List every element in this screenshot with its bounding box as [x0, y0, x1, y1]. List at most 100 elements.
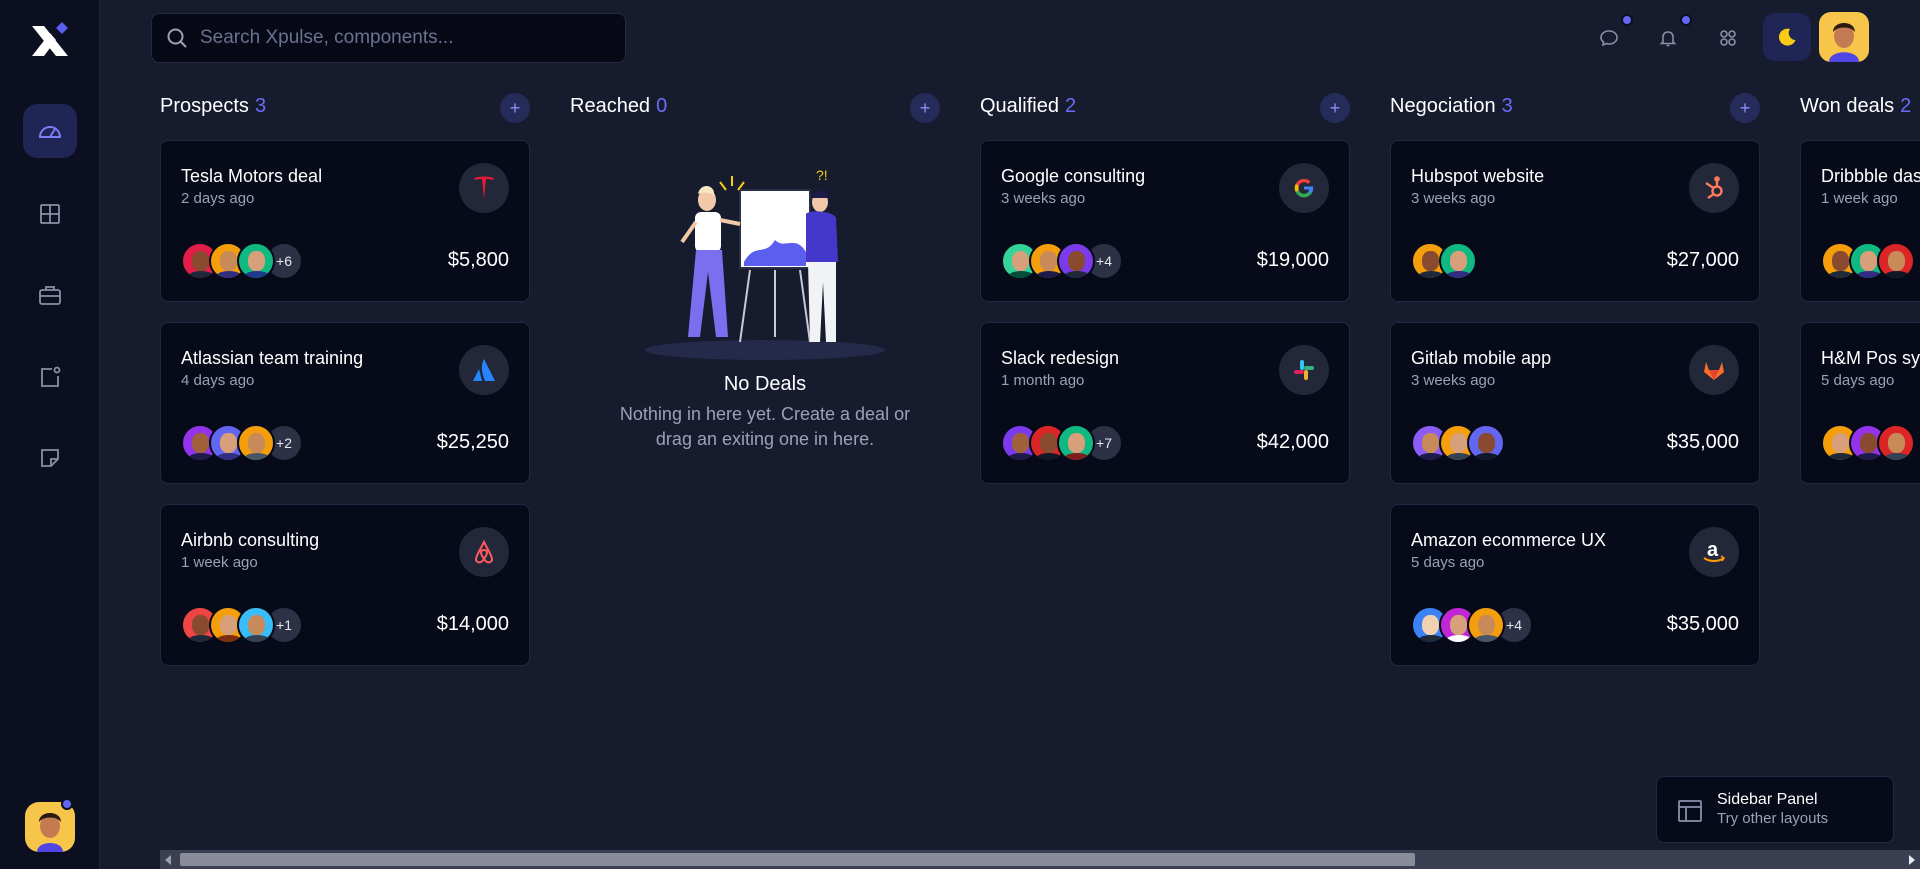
avatar[interactable] [1877, 424, 1915, 462]
search-icon [167, 28, 187, 48]
avatar-group: +1 [181, 606, 303, 646]
avatar-group: +4 [1411, 606, 1533, 646]
deal-card[interactable]: Amazon ecommerce UX 5 days ago a +4 $35,… [1390, 504, 1760, 666]
deal-title: Google consulting [1001, 166, 1146, 186]
slack-logo-icon [1279, 345, 1329, 395]
gitlab-logo-icon [1689, 345, 1739, 395]
avatar-group: +7 [1001, 424, 1123, 464]
sidebar-item-deals[interactable] [23, 268, 77, 322]
deal-card[interactable]: Airbnb consulting 1 week ago +1 $14,000 [160, 504, 530, 666]
empty-state-title: No Deals [723, 373, 807, 395]
avatar[interactable] [237, 606, 275, 644]
layout-switcher[interactable]: Sidebar Panel Try other layouts [1656, 776, 1894, 843]
add-deal-button[interactable]: + [500, 93, 530, 123]
deal-title: Airbnb consulting [181, 530, 320, 550]
scrollbar-thumb[interactable] [180, 853, 1415, 866]
amazon-logo-icon: a [1689, 527, 1739, 577]
deal-amount: $35,000 [1666, 613, 1739, 635]
sidebar-item-notes[interactable] [23, 431, 77, 485]
deal-time: 5 days ago [1821, 372, 1895, 389]
deal-amount: $19,000 [1256, 249, 1329, 271]
theme-toggle-button[interactable] [1763, 13, 1811, 61]
avatar[interactable] [237, 424, 275, 462]
messages-badge [1621, 14, 1633, 26]
deal-card[interactable]: Google consulting 3 weeks ago +4 $19,000 [980, 140, 1350, 302]
moon-icon [1779, 28, 1796, 46]
notifications-badge [1680, 14, 1692, 26]
deal-time: 1 week ago [181, 554, 258, 571]
column-header-negociation: Negociation 3 + [1390, 93, 1760, 123]
deal-card[interactable]: Hubspot website 3 weeks ago $27,000 [1390, 140, 1760, 302]
column-header-won-deals: Won deals 2 [1800, 93, 1920, 123]
avatar[interactable] [1057, 424, 1095, 462]
deal-title: Hubspot website [1411, 166, 1545, 186]
deal-card[interactable]: Dribbble dashboard 1 week ago [1800, 140, 1920, 302]
hubspot-logo-icon [1689, 163, 1739, 213]
atlassian-logo-icon [459, 345, 509, 395]
sidebar [0, 0, 100, 869]
layout-switcher-title: Sidebar Panel [1717, 791, 1818, 808]
column-title: Prospects 3 [160, 95, 267, 117]
sidebar-item-dashboard[interactable] [23, 104, 77, 158]
bell-icon [1659, 31, 1677, 47]
add-deal-button[interactable]: + [1320, 93, 1350, 123]
column-count: 3 [1501, 95, 1513, 117]
add-deal-button[interactable]: + [1730, 93, 1760, 123]
chat-icon [1600, 30, 1618, 47]
deal-card[interactable]: H&M Pos system 5 days ago [1800, 322, 1920, 484]
sidebar-item-notifications[interactable] [23, 350, 77, 404]
column-title: Negociation 3 [1390, 95, 1513, 117]
deal-title: H&M Pos system [1821, 348, 1920, 368]
avatar-group: +2 [181, 424, 303, 464]
deal-title: Slack redesign [1001, 348, 1120, 368]
column-header-reached: Reached 0 + [570, 93, 940, 123]
column-title: Won deals 2 [1800, 95, 1912, 117]
notification-icon [41, 366, 61, 387]
avatar-group [1821, 424, 1915, 464]
search-input[interactable] [200, 14, 610, 62]
deal-card[interactable]: Gitlab mobile app 3 weeks ago $35,000 [1390, 322, 1760, 484]
deal-amount: $35,000 [1666, 431, 1739, 453]
avatar-group [1821, 242, 1915, 282]
avatar[interactable] [1877, 242, 1915, 280]
horizontal-scrollbar[interactable] [160, 850, 1920, 869]
apps-button[interactable] [1710, 20, 1746, 56]
column-title: Qualified 2 [980, 95, 1077, 117]
avatar[interactable] [1439, 242, 1477, 280]
airbnb-logo-icon [459, 527, 509, 577]
column-count: 2 [1900, 95, 1912, 117]
layout-icon [40, 204, 60, 224]
deal-time: 1 month ago [1001, 372, 1085, 389]
deal-time: 3 weeks ago [1411, 190, 1496, 207]
deal-card[interactable]: Atlassian team training 4 days ago +2 $2… [160, 322, 530, 484]
notifications-button[interactable] [1650, 20, 1686, 56]
deal-amount: $42,000 [1256, 431, 1329, 453]
column-header-prospects: Prospects 3 + [160, 93, 530, 123]
briefcase-icon [39, 286, 61, 305]
avatar[interactable] [237, 242, 275, 280]
deal-card[interactable]: Slack redesign 1 month ago +7 $42,000 [980, 322, 1350, 484]
avatar[interactable] [1057, 242, 1095, 280]
avatar-group: +6 [181, 242, 303, 282]
sticky-note-icon [41, 449, 59, 467]
avatar-group [1411, 424, 1505, 464]
dashboard-icon [38, 126, 62, 138]
column-count: 0 [656, 95, 668, 117]
deal-time: 1 week ago [1821, 190, 1898, 207]
sidebar-item-layouts[interactable] [23, 187, 77, 241]
avatar[interactable] [1467, 424, 1505, 462]
deal-time: 4 days ago [181, 372, 255, 389]
status-dot [61, 798, 73, 810]
search-bar[interactable] [151, 13, 626, 63]
avatar[interactable] [1467, 606, 1505, 644]
deal-title: Gitlab mobile app [1411, 348, 1552, 368]
deal-title: Tesla Motors deal [181, 166, 323, 186]
scroll-right-arrow-icon[interactable] [1909, 855, 1915, 865]
add-deal-button[interactable]: + [910, 93, 940, 123]
deal-card[interactable]: Tesla Motors deal 2 days ago +6 $5,800 [160, 140, 530, 302]
column-title: Reached 0 [570, 95, 668, 117]
scroll-left-arrow-icon[interactable] [165, 855, 171, 865]
profile-avatar[interactable] [1819, 12, 1869, 62]
messages-button[interactable] [1591, 20, 1627, 56]
xpulse-logo[interactable] [28, 20, 72, 60]
